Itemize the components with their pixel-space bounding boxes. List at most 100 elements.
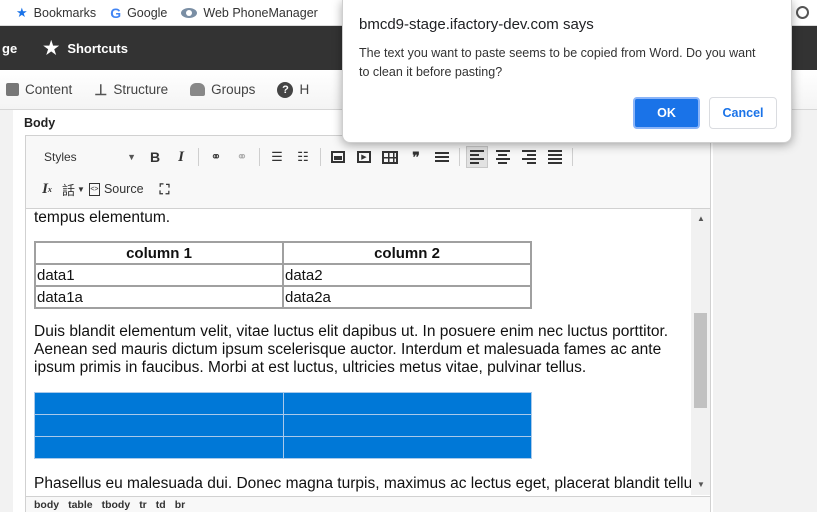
horizontal-line-button[interactable]	[431, 146, 453, 168]
align-left-icon	[470, 150, 484, 164]
path-item[interactable]: table	[68, 499, 93, 511]
toolbar-truncated-item[interactable]: ge	[2, 41, 17, 56]
menu-item-label: Groups	[211, 82, 256, 97]
table-cell[interactable]	[34, 436, 284, 459]
menu-item-help[interactable]: ? H	[277, 81, 309, 98]
content-table[interactable]: column 1 column 2 data1 data2 data1a dat…	[34, 241, 532, 309]
numbered-list-button[interactable]: ☷	[292, 146, 314, 168]
ok-button[interactable]: OK	[633, 97, 700, 129]
table-cell[interactable]: data2	[282, 263, 532, 287]
media-button[interactable]: ▶	[353, 146, 375, 168]
editor-content[interactable]: tempus elementum. column 1 column 2 data…	[25, 208, 711, 496]
maximize-button[interactable]: ⛶	[154, 178, 176, 200]
align-center-icon	[496, 150, 510, 164]
link-button[interactable]: ⚭	[205, 146, 227, 168]
bookmark-label: Google	[127, 5, 168, 20]
table-cell[interactable]: data2a	[282, 285, 532, 309]
toolbar-row-2: Ix 話 ▼ <> Source ⛶	[36, 174, 180, 204]
star-icon: ★	[43, 37, 60, 58]
path-item[interactable]: body	[34, 499, 59, 511]
path-item[interactable]: td	[156, 499, 166, 511]
table-cell[interactable]	[34, 392, 284, 415]
language-button[interactable]: 話 ▼	[62, 178, 85, 200]
path-item[interactable]: tbody	[102, 499, 131, 511]
star-icon: ★	[16, 4, 28, 20]
styles-dropdown[interactable]: Styles ▼	[44, 150, 144, 164]
scroll-up-icon[interactable]: ▲	[697, 214, 705, 223]
bookmark-label: Bookmarks	[33, 5, 97, 20]
table-cell[interactable]: data1a	[34, 285, 284, 309]
body-field-label: Body	[24, 116, 56, 130]
unlink-button[interactable]: ⚭	[231, 146, 253, 168]
scroll-down-icon[interactable]: ▼	[697, 480, 705, 489]
shortcuts-tab[interactable]: ★ Shortcuts	[43, 38, 128, 59]
table-cell[interactable]	[282, 414, 532, 437]
bold-button[interactable]: B	[144, 146, 166, 168]
groups-icon	[190, 83, 206, 96]
element-path-bar: body table tbody tr td br	[25, 496, 711, 512]
align-right-icon	[522, 150, 536, 164]
bookmark-google[interactable]: G Google	[110, 5, 167, 21]
structure-icon: ⊥	[94, 81, 108, 99]
align-right-button[interactable]	[518, 146, 540, 168]
media-icon: ▶	[357, 151, 371, 163]
align-left-button[interactable]	[466, 146, 488, 168]
selected-table[interactable]	[34, 392, 532, 459]
styles-label: Styles	[44, 150, 77, 164]
lorem-paragraph: Duis blandit elementum velit, vitae luct…	[34, 323, 669, 376]
table-header-cell[interactable]: column 2	[282, 241, 532, 265]
scrollbar-thumb[interactable]	[694, 313, 707, 408]
bulleted-list-button[interactable]: ☰	[266, 146, 288, 168]
extension-icon[interactable]	[796, 6, 809, 19]
bookmark-bookmarks[interactable]: ★ Bookmarks	[16, 5, 96, 21]
shortcuts-label: Shortcuts	[67, 40, 128, 56]
blockquote-button[interactable]: ❞	[405, 146, 427, 168]
menu-item-structure[interactable]: ⊥ Structure	[94, 81, 168, 99]
table-button[interactable]	[379, 146, 401, 168]
cancel-button[interactable]: Cancel	[709, 97, 777, 129]
toolbar-row-1: Styles ▼ B I ⚭ ⚭ ☰ ☷ ▶ ❞	[40, 142, 579, 172]
table-row: data1a data2a	[34, 285, 532, 309]
table-icon	[382, 150, 398, 164]
separator	[259, 148, 260, 166]
align-center-button[interactable]	[492, 146, 514, 168]
table-header-cell[interactable]: column 1	[34, 241, 284, 265]
menu-item-content[interactable]: Content	[6, 82, 72, 97]
partial-text-line: tempus elementum.	[34, 209, 170, 227]
separator	[459, 148, 460, 166]
partial-line-text: tempus elementum.	[34, 209, 171, 226]
justify-button[interactable]	[544, 146, 566, 168]
source-button[interactable]: <> Source	[88, 182, 144, 196]
table-cell[interactable]	[282, 436, 532, 459]
confirm-dialog: bmcd9-stage.ifactory-dev.com says The te…	[342, 0, 792, 143]
menu-item-label: Content	[25, 82, 73, 97]
separator	[198, 148, 199, 166]
table-cell[interactable]: data1	[34, 263, 284, 287]
remove-format-button[interactable]: Ix	[36, 178, 58, 200]
italic-button[interactable]: I	[170, 146, 192, 168]
table-row	[34, 392, 532, 415]
table-cell[interactable]	[34, 414, 284, 437]
separator	[320, 148, 321, 166]
table-row	[34, 436, 532, 459]
dialog-message: The text you want to paste seems to be c…	[359, 46, 756, 79]
menu-item-groups[interactable]: Groups	[190, 82, 255, 97]
content-icon	[6, 83, 19, 96]
source-icon: <>	[88, 182, 100, 196]
separator	[572, 148, 573, 166]
eye-icon	[181, 7, 198, 18]
source-label: Source	[103, 182, 144, 196]
image-button[interactable]	[327, 146, 349, 168]
last-paragraph: Phasellus eu malesuada dui. Donec magna …	[34, 475, 705, 492]
path-item[interactable]: tr	[139, 499, 147, 511]
table-row: data1 data2	[34, 263, 532, 287]
table-header-row: column 1 column 2	[34, 241, 532, 265]
editor-scrollbar[interactable]: ▲ ▼	[691, 209, 710, 495]
horizontal-line-icon	[435, 152, 449, 162]
path-item[interactable]: br	[175, 499, 186, 511]
bookmark-label: Web PhoneManager	[203, 5, 318, 20]
table-row	[34, 414, 532, 437]
bookmark-web-phonemanager[interactable]: Web PhoneManager	[181, 5, 318, 20]
table-cell[interactable]	[282, 392, 532, 415]
menu-item-label: Structure	[113, 82, 169, 97]
